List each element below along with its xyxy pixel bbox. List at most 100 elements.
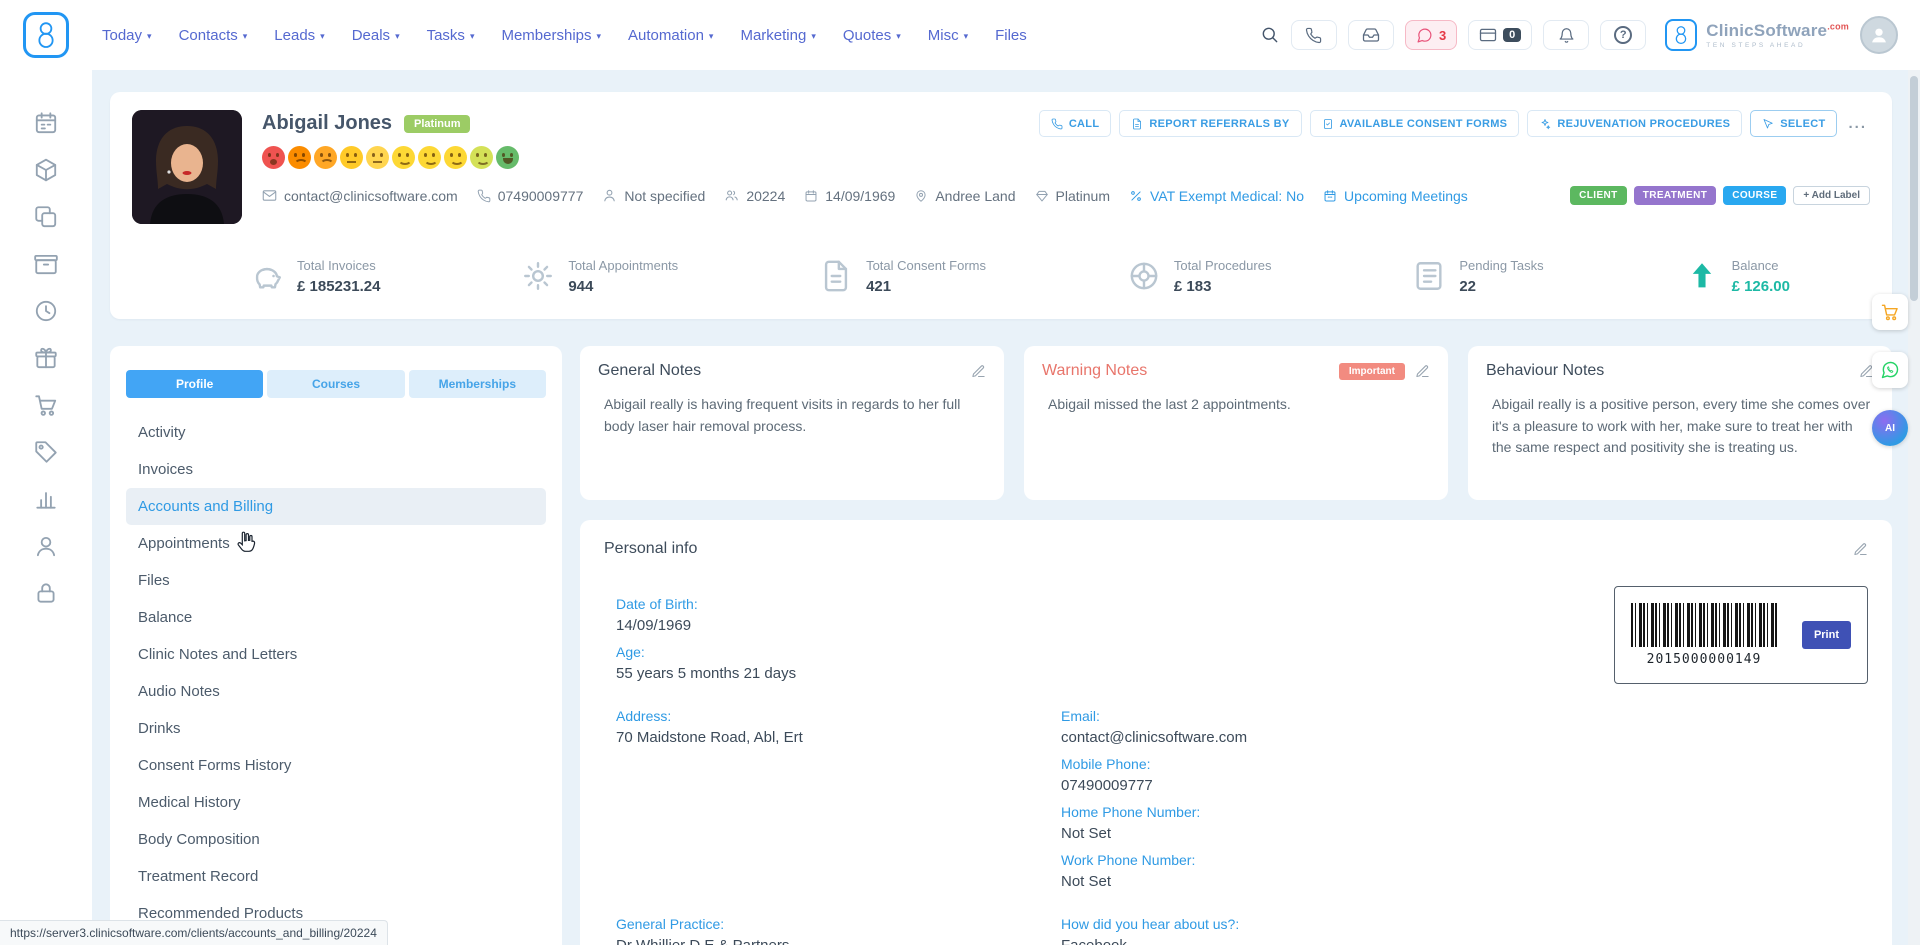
menu-item[interactable]: Today bbox=[102, 27, 152, 44]
client-location[interactable]: Andree Land bbox=[914, 188, 1015, 204]
profile-section-item[interactable]: Medical History bbox=[126, 784, 546, 821]
client-label-pill[interactable]: CLIENT bbox=[1570, 186, 1627, 205]
menu-item[interactable]: Leads bbox=[274, 27, 324, 44]
menu-item[interactable]: Tasks bbox=[427, 27, 475, 44]
mood-face-icon[interactable] bbox=[496, 146, 519, 169]
profile-section-item[interactable]: Clinic Notes and Letters bbox=[126, 636, 546, 673]
edit-general-notes-icon[interactable] bbox=[971, 364, 986, 379]
menu-item[interactable]: Files bbox=[995, 27, 1027, 44]
client-label-pill[interactable]: TREATMENT bbox=[1634, 186, 1717, 205]
user-avatar[interactable] bbox=[1860, 16, 1898, 54]
rejuvenation-procedures-button[interactable]: REJUVENATION PROCEDURES bbox=[1527, 110, 1742, 137]
app-logo[interactable] bbox=[0, 12, 92, 58]
profile-section-item[interactable]: Drinks bbox=[126, 710, 546, 747]
profile-section-item[interactable]: Invoices bbox=[126, 451, 546, 488]
bell-icon bbox=[1558, 27, 1575, 44]
messages-button[interactable]: 3 bbox=[1405, 20, 1457, 50]
task-list-icon bbox=[1412, 259, 1446, 293]
card-icon bbox=[1479, 26, 1497, 44]
mood-face-icon[interactable] bbox=[470, 146, 493, 169]
panel-tab[interactable]: Profile bbox=[126, 370, 263, 398]
referred-by[interactable]: Not specified bbox=[602, 188, 705, 204]
tag-icon[interactable] bbox=[33, 439, 59, 465]
report-referrals-button[interactable]: REPORT REFERRALS BY bbox=[1119, 110, 1301, 137]
mood-face-icon[interactable] bbox=[392, 146, 415, 169]
cart-icon[interactable] bbox=[33, 392, 59, 418]
important-badge[interactable]: Important bbox=[1339, 363, 1405, 380]
client-dob[interactable]: 14/09/1969 bbox=[804, 188, 895, 204]
scrollbar-thumb[interactable] bbox=[1910, 76, 1918, 301]
email-icon bbox=[262, 188, 277, 203]
menu-item[interactable]: Deals bbox=[352, 27, 400, 44]
menu-item[interactable]: Misc bbox=[928, 27, 968, 44]
wallet-button[interactable]: 0 bbox=[1468, 20, 1532, 50]
menu-item[interactable]: Automation bbox=[628, 27, 713, 44]
tier-badge[interactable]: Platinum bbox=[404, 115, 470, 133]
print-barcode-button[interactable]: Print bbox=[1802, 621, 1851, 649]
profile-section-item[interactable]: Activity bbox=[126, 414, 546, 451]
select-button[interactable]: SELECT bbox=[1750, 110, 1837, 137]
profile-section-item[interactable]: Appointments bbox=[126, 525, 546, 562]
panel-tab[interactable]: Memberships bbox=[409, 370, 546, 398]
mood-face-icon[interactable] bbox=[418, 146, 441, 169]
profile-section-item[interactable]: Files bbox=[126, 562, 546, 599]
profile-section-item[interactable]: Body Composition bbox=[126, 821, 546, 858]
client-id[interactable]: 20224 bbox=[724, 188, 785, 204]
field-hear-about-us: How did you hear about us?: Facebook bbox=[1061, 900, 1868, 945]
clinicsoftware-brand[interactable]: ClinicSoftware.com TEN STEPS AHEAD bbox=[1665, 19, 1849, 51]
products-box-icon[interactable] bbox=[33, 157, 59, 183]
more-actions-button[interactable]: ... bbox=[1845, 115, 1870, 132]
profile-section-item[interactable]: Consent Forms History bbox=[126, 747, 546, 784]
client-level[interactable]: Platinum bbox=[1035, 188, 1110, 204]
client-label-pill[interactable]: COURSE bbox=[1723, 186, 1786, 205]
profile-section-item[interactable]: Audio Notes bbox=[126, 673, 546, 710]
calendar-icon[interactable] bbox=[33, 110, 59, 136]
quick-cart-button[interactable] bbox=[1872, 294, 1908, 330]
reports-chart-icon[interactable] bbox=[33, 486, 59, 512]
add-label-button[interactable]: + Add Label bbox=[1793, 186, 1870, 205]
help-button[interactable] bbox=[1600, 20, 1646, 50]
menu-item[interactable]: Contacts bbox=[179, 27, 248, 44]
client-photo[interactable] bbox=[132, 110, 242, 224]
history-icon[interactable] bbox=[33, 298, 59, 324]
ai-assistant-icon[interactable] bbox=[1872, 410, 1908, 446]
edit-warning-notes-icon[interactable] bbox=[1415, 364, 1430, 379]
menu-item[interactable]: Quotes bbox=[843, 27, 901, 44]
mood-face-icon[interactable] bbox=[314, 146, 337, 169]
client-email[interactable]: contact@clinicsoftware.com bbox=[262, 188, 458, 204]
field-address: Address: 70 Maidstone Road, Abl, Ert bbox=[616, 692, 1061, 756]
edit-personal-info-icon[interactable] bbox=[1853, 542, 1868, 557]
toolbar: 3 0 ClinicSoftware.com TEN STEPS AHEAD bbox=[1260, 16, 1898, 54]
page-scrollbar[interactable] bbox=[1908, 70, 1920, 945]
copy-pages-icon[interactable] bbox=[33, 204, 59, 230]
mood-face-icon[interactable] bbox=[340, 146, 363, 169]
profile-section-item[interactable]: Treatment Record bbox=[126, 858, 546, 895]
call-button[interactable]: CALL bbox=[1039, 110, 1112, 137]
inbox-button[interactable] bbox=[1348, 20, 1394, 50]
field-date-of-birth: Date of Birth: 14/09/1969 bbox=[616, 596, 1061, 644]
available-consent-forms-button[interactable]: AVAILABLE CONSENT FORMS bbox=[1310, 110, 1520, 137]
stat-total-consent-forms: Total Consent Forms 421 bbox=[819, 258, 986, 295]
profile-section-item[interactable]: Balance bbox=[126, 599, 546, 636]
mood-face-icon[interactable] bbox=[444, 146, 467, 169]
profile-section-item[interactable]: Accounts and Billing bbox=[126, 488, 546, 525]
vat-exempt-link[interactable]: VAT Exempt Medical: No bbox=[1129, 188, 1304, 204]
client-phone[interactable]: 07490009777 bbox=[477, 188, 584, 204]
menu-item[interactable]: Marketing bbox=[740, 27, 815, 44]
package-icon[interactable] bbox=[33, 251, 59, 277]
gift-icon[interactable] bbox=[33, 345, 59, 371]
mood-face-icon[interactable] bbox=[288, 146, 311, 169]
dialer-button[interactable] bbox=[1291, 20, 1337, 50]
support-icon[interactable] bbox=[33, 533, 59, 559]
mood-face-icon[interactable] bbox=[262, 146, 285, 169]
behaviour-notes-body: Abigail really is a positive person, eve… bbox=[1486, 394, 1874, 459]
search-icon[interactable] bbox=[1260, 25, 1280, 45]
menu-item[interactable]: Memberships bbox=[501, 27, 601, 44]
panel-tab[interactable]: Courses bbox=[267, 370, 404, 398]
notifications-button[interactable] bbox=[1543, 20, 1589, 50]
lock-icon[interactable] bbox=[33, 580, 59, 606]
whatsapp-button[interactable] bbox=[1872, 352, 1908, 388]
upcoming-meetings-link[interactable]: Upcoming Meetings bbox=[1323, 188, 1468, 204]
mood-face-icon[interactable] bbox=[366, 146, 389, 169]
map-pin-icon bbox=[914, 189, 928, 203]
